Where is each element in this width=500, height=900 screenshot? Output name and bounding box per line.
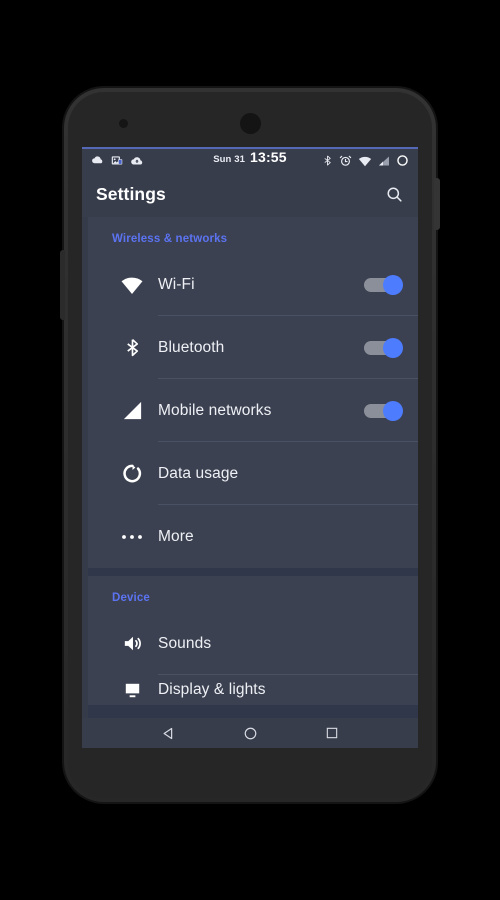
- settings-row-wifi[interactable]: Wi-Fi: [88, 253, 418, 316]
- settings-row-label: Mobile networks: [158, 401, 272, 419]
- toggle-thumb: [383, 337, 403, 358]
- section-header-wireless: Wireless & networks: [112, 233, 228, 245]
- home-icon[interactable]: [243, 726, 258, 741]
- alarm-icon: [339, 154, 352, 167]
- settings-row-label: Sounds: [158, 634, 212, 652]
- search-icon[interactable]: [385, 185, 404, 204]
- volume-button[interactable]: [60, 250, 65, 320]
- mobile-networks-toggle[interactable]: [364, 400, 403, 421]
- wifi-icon: [358, 155, 372, 167]
- settings-row-display-and-lights[interactable]: Display & lights: [88, 675, 418, 705]
- status-bar-left-icons: [82, 154, 144, 168]
- settings-row-label: More: [158, 527, 194, 545]
- back-icon[interactable]: [161, 726, 176, 741]
- status-bar-right-icons: [322, 149, 409, 172]
- settings-row-bluetooth[interactable]: Bluetooth: [88, 316, 418, 379]
- wifi-icon: [106, 275, 158, 295]
- signal-icon: [378, 155, 390, 167]
- status-bar: Sun 31 13:55: [82, 149, 418, 172]
- settings-row-more[interactable]: More: [88, 505, 418, 568]
- display-icon: [106, 679, 158, 702]
- screenshot-root: Sun 31 13:55 Settings Wireless & network…: [0, 0, 500, 900]
- bluetooth-icon: [322, 154, 333, 167]
- settings-row-label: Bluetooth: [158, 338, 225, 356]
- wifi-toggle[interactable]: [364, 274, 403, 295]
- battery-icon: [396, 154, 409, 167]
- section-header-device: Device: [112, 592, 150, 604]
- status-bar-time: 13:55: [249, 149, 287, 165]
- settings-scroll-container[interactable]: Wireless & networks Wi-Fi Bluetooth Mobi…: [82, 217, 418, 718]
- app-bar-actions: [385, 185, 404, 204]
- section-device: Device Sounds Display & lights: [88, 576, 418, 705]
- settings-row-label: Data usage: [158, 464, 239, 482]
- settings-row-mobile-networks[interactable]: Mobile networks: [88, 379, 418, 442]
- earpiece-speaker-icon: [240, 113, 261, 134]
- bluetooth-icon: [106, 335, 158, 360]
- more-icon: [106, 533, 158, 541]
- toggle-thumb: [383, 274, 403, 295]
- settings-row-label: Wi-Fi: [158, 275, 195, 293]
- cloud-upload-icon: [130, 154, 144, 168]
- sounds-icon: [106, 632, 158, 655]
- settings-row-data-usage[interactable]: Data usage: [88, 442, 418, 505]
- cloud-icon: [91, 154, 104, 167]
- toggle-thumb: [383, 400, 403, 421]
- power-button[interactable]: [434, 178, 440, 230]
- bluetooth-toggle[interactable]: [364, 337, 403, 358]
- settings-row-sounds[interactable]: Sounds: [88, 612, 418, 675]
- section-wireless-and-networks: Wireless & networks Wi-Fi Bluetooth Mobi…: [88, 217, 418, 568]
- phone-screen: Sun 31 13:55 Settings Wireless & network…: [82, 147, 418, 748]
- data-usage-icon: [106, 462, 158, 485]
- status-bar-date: Sun 31: [213, 154, 245, 165]
- signal-icon: [106, 399, 158, 422]
- recents-icon[interactable]: [325, 726, 339, 740]
- app-bar: Settings: [82, 172, 418, 217]
- front-camera-icon: [119, 119, 128, 128]
- page-title: Settings: [96, 184, 166, 204]
- photos-badge-icon: [110, 154, 124, 168]
- settings-row-label: Display & lights: [158, 681, 266, 698]
- navigation-bar: [82, 718, 418, 748]
